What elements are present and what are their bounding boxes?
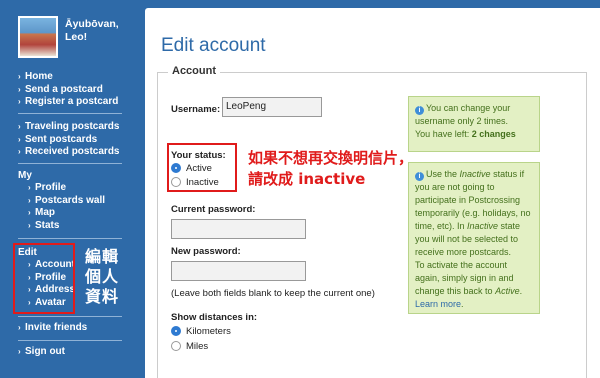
divider: [18, 316, 122, 317]
learn-more-link[interactable]: Learn more: [415, 299, 461, 309]
page-title: Edit account: [161, 35, 266, 56]
nav-my-profile[interactable]: › Profile: [18, 182, 122, 195]
divider: [18, 163, 122, 164]
password-hint: (Leave both fields blank to keep the cur…: [171, 288, 375, 299]
nav-my-map[interactable]: › Map: [18, 207, 122, 220]
annotation-edit-note: 編輯個人資料: [85, 247, 120, 306]
distance-option-kilometers[interactable]: Kilometers: [171, 325, 231, 337]
highlight-box-status: [167, 143, 237, 192]
nav-group-main: › Home › Send a postcard › Register a postc…: [18, 71, 122, 109]
avatar[interactable]: [18, 16, 58, 58]
sidebar: Āyubōvan, Leo! › Home › Send a postcard › R…: [0, 0, 134, 378]
nav-group-postcards: › Traveling postcards › Sent postcards › Re…: [18, 121, 122, 159]
nav-group-signout: › Sign out: [18, 346, 122, 359]
nav-my-stats[interactable]: › Stats: [18, 220, 122, 233]
nav-group-invite: › Invite friends: [18, 322, 122, 335]
arrow-icon: ›: [18, 97, 21, 106]
nav-group-my: My › Profile › Postcards wall › Map › Stats: [18, 169, 122, 232]
nav-sent-postcards[interactable]: › Sent postcards: [18, 134, 122, 147]
username-input[interactable]: LeoPeng: [222, 97, 322, 117]
nav-send-postcard[interactable]: › Send a postcard: [18, 84, 122, 97]
username-info-box: i You can change your username only 2 tim…: [408, 96, 540, 152]
nav-received-postcards[interactable]: › Received postcards: [18, 146, 122, 159]
arrow-icon: ›: [28, 220, 31, 230]
nav-my-postcards-wall[interactable]: › Postcards wall: [18, 195, 122, 208]
arrow-icon: ›: [18, 323, 21, 332]
arrow-icon: ›: [18, 122, 21, 131]
nav-sign-out[interactable]: › Sign out: [18, 346, 122, 359]
current-password-label: Current password:: [171, 204, 256, 215]
fieldset-legend: Account: [168, 65, 220, 77]
distance-option-miles[interactable]: Miles: [171, 340, 208, 352]
new-password-label: New password:: [171, 246, 241, 257]
nav-home[interactable]: › Home: [18, 71, 122, 84]
divider: [18, 340, 122, 341]
arrow-icon: ›: [18, 134, 21, 144]
username-label: Username:: [171, 104, 221, 115]
arrow-icon: ›: [28, 208, 31, 217]
radio-unchecked-icon[interactable]: [171, 341, 181, 351]
nav-traveling-postcards[interactable]: › Traveling postcards: [18, 121, 122, 134]
distances-label: Show distances in:: [171, 312, 258, 323]
arrow-icon: ›: [18, 72, 21, 81]
main-panel: Edit account Account Username: LeoPeng Y…: [145, 8, 600, 378]
user-panel: Āyubōvan, Leo!: [18, 16, 134, 64]
highlight-box-edit: [13, 243, 75, 314]
divider: [18, 113, 122, 114]
nav-register-postcard[interactable]: › Register a postcard: [18, 96, 122, 109]
arrow-icon: ›: [28, 183, 31, 192]
user-greeting: Āyubōvan, Leo!: [65, 18, 119, 43]
nav-invite-friends[interactable]: › Invite friends: [18, 322, 122, 335]
arrow-icon: ›: [18, 347, 21, 356]
nav-heading-my: My: [18, 170, 32, 181]
arrow-icon: ›: [18, 84, 21, 94]
info-icon: i: [415, 106, 424, 115]
new-password-input[interactable]: [171, 261, 306, 281]
annotation-status-note: 如果不想再交換明信片， 請改成 inactive: [248, 149, 414, 188]
arrow-icon: ›: [18, 147, 21, 156]
radio-checked-icon[interactable]: [171, 326, 181, 336]
divider: [18, 238, 122, 239]
current-password-input[interactable]: [171, 219, 306, 239]
arrow-icon: ›: [28, 195, 31, 205]
